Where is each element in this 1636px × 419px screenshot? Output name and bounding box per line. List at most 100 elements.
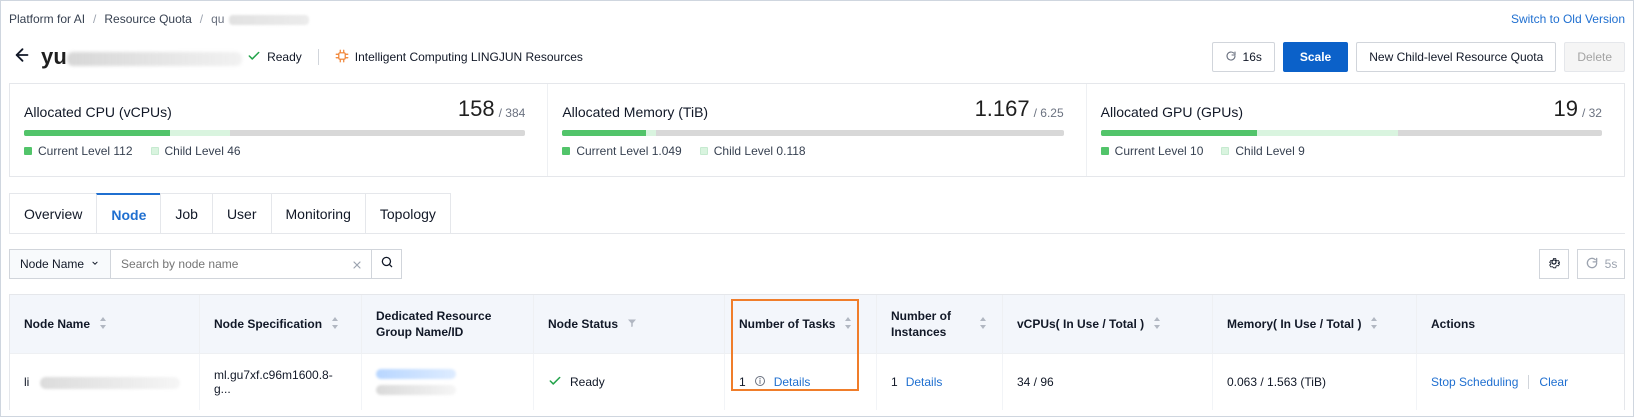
allocation-total: / 32 — [1581, 106, 1602, 120]
column-resource-group: Dedicated Resource Group Name/ID — [362, 295, 534, 353]
allocation-total: / 384 — [498, 106, 526, 120]
column-node-spec[interactable]: Node Specification — [200, 295, 362, 353]
filters-left: Node Name — [9, 249, 403, 279]
search-icon — [380, 255, 394, 274]
tab-user[interactable]: User — [211, 193, 272, 233]
column-vcpus[interactable]: vCPUs( In Use / Total ) — [1003, 295, 1213, 353]
allocation-bar-child — [1257, 130, 1399, 136]
sort-icon — [330, 316, 340, 333]
chip-icon — [335, 49, 349, 66]
allocation-top: Allocated GPU (GPUs) 19 / 32 — [1100, 96, 1602, 121]
node-status: Ready — [548, 374, 605, 391]
legend-child-label: Child Level 0.118 — [713, 144, 806, 158]
breadcrumb-item-resource-quota[interactable]: Resource Quota — [104, 12, 191, 26]
table-refresh-button[interactable]: 5s — [1577, 249, 1625, 279]
legend-current-label: Current Level 112 — [38, 144, 133, 158]
status-text: Ready — [267, 50, 302, 64]
breadcrumb-item-platform[interactable]: Platform for AI — [9, 12, 85, 26]
breadcrumb: Platform for AI / Resource Quota / qu — [9, 12, 304, 26]
allocation-title: Allocated Memory (TiB) — [562, 104, 709, 120]
filters-right: 5s — [1539, 249, 1625, 279]
page-title: yu — [41, 44, 237, 70]
allocation-bar-current — [1100, 130, 1258, 136]
arrow-left-icon — [10, 45, 30, 70]
column-title: vCPUs( In Use / Total ) — [1017, 317, 1145, 331]
info-icon[interactable] — [754, 375, 766, 390]
column-number-of-instances[interactable]: Number of Instances — [877, 295, 1003, 353]
table-settings-button[interactable] — [1539, 249, 1569, 279]
sort-icon — [1152, 316, 1162, 333]
column-node-status[interactable]: Node Status — [534, 295, 725, 353]
header-actions: 16s Scale New Child-level Resource Quota… — [1211, 42, 1625, 72]
allocation-title: Allocated CPU (vCPUs) — [24, 104, 172, 120]
column-title: Node Name — [24, 317, 91, 331]
scale-button[interactable]: Scale — [1282, 42, 1349, 72]
legend-current: Current Level 112 — [24, 144, 133, 158]
cell-node-spec: ml.gu7xf.c96m1600.8-g... — [200, 354, 362, 410]
close-icon[interactable] — [351, 258, 363, 270]
legend-swatch-current — [562, 147, 571, 155]
breadcrumb-item-current: qu — [211, 12, 304, 26]
legend-current: Current Level 10 — [1100, 144, 1203, 158]
clear-link[interactable]: Clear — [1539, 375, 1568, 389]
refresh-icon — [1225, 50, 1237, 65]
allocation-gpu: Allocated GPU (GPUs) 19 / 32 Current Lev… — [1085, 84, 1624, 176]
instances-count: 1 — [891, 375, 898, 389]
column-memory[interactable]: Memory( In Use / Total ) — [1213, 295, 1417, 353]
row-actions: Stop Scheduling Clear — [1431, 375, 1568, 389]
divider — [317, 49, 319, 65]
resource-group-redacted — [376, 369, 456, 395]
breadcrumb-separator: / — [199, 12, 204, 26]
column-title: Number of Tasks — [739, 317, 836, 331]
node-status-text: Ready — [570, 375, 605, 389]
tab-overview[interactable]: Overview — [9, 193, 98, 233]
header-left: yu Ready Intelligent Computing LINGJUN R… — [9, 44, 583, 70]
allocation-number: 158 — [457, 96, 495, 121]
instances-details-link[interactable]: Details — [906, 375, 943, 389]
allocation-value: 1.167 / 6.25 — [974, 96, 1064, 121]
status-badge: Ready — [247, 49, 302, 66]
refresh-icon — [1585, 256, 1599, 273]
allocation-number: 1.167 — [974, 96, 1030, 121]
column-node-name[interactable]: Node Name — [10, 295, 200, 353]
allocation-legend: Current Level 1.049 Child Level 0.118 — [562, 144, 1063, 158]
allocation-legend: Current Level 10 Child Level 9 — [1100, 144, 1602, 158]
allocation-title: Allocated GPU (GPUs) — [1100, 104, 1244, 120]
new-child-quota-button[interactable]: New Child-level Resource Quota — [1356, 42, 1557, 72]
app-frame: Platform for AI / Resource Quota / qu Sw… — [0, 0, 1634, 417]
column-title: Node Status — [548, 317, 619, 331]
stop-scheduling-link[interactable]: Stop Scheduling — [1431, 375, 1518, 389]
legend-swatch-current — [1100, 147, 1109, 155]
actions-separator — [1528, 375, 1530, 389]
refresh-button[interactable]: 16s — [1211, 42, 1275, 72]
resource-group-line — [376, 369, 456, 379]
search-button[interactable] — [372, 249, 403, 279]
allocation-legend: Current Level 112 Child Level 46 — [24, 144, 525, 158]
legend-child: Child Level 46 — [150, 144, 241, 158]
page-header: yu Ready Intelligent Computing LINGJUN R… — [1, 37, 1633, 77]
tasks-count: 1 — [739, 375, 746, 389]
allocation-memory: Allocated Memory (TiB) 1.167 / 6.25 Curr… — [547, 84, 1085, 176]
tab-topology[interactable]: Topology — [364, 193, 451, 233]
tab-monitoring[interactable]: Monitoring — [270, 193, 366, 233]
tab-job[interactable]: Job — [160, 193, 213, 233]
allocation-summary: Allocated CPU (vCPUs) 158 / 384 Current … — [9, 83, 1625, 177]
back-button[interactable] — [9, 46, 31, 68]
nodes-table: Node Name Node Specification Dedicated R… — [9, 294, 1625, 410]
allocation-bar — [562, 130, 1064, 136]
search-input[interactable] — [119, 256, 344, 272]
column-number-of-tasks[interactable]: Number of Tasks — [725, 295, 877, 353]
tab-node[interactable]: Node — [96, 193, 162, 233]
tasks-details-link[interactable]: Details — [774, 375, 811, 389]
column-actions: Actions — [1417, 295, 1557, 353]
cell-vcpus: 34 / 96 — [1003, 354, 1213, 410]
allocation-bar-child — [646, 130, 656, 136]
allocation-bar-child — [170, 130, 231, 136]
filter-field-select[interactable]: Node Name — [9, 249, 111, 279]
allocation-number: 19 — [1553, 96, 1578, 121]
resource-group-id-line — [376, 385, 456, 395]
allocation-top: Allocated Memory (TiB) 1.167 / 6.25 — [562, 96, 1064, 121]
cell-resource-group — [362, 354, 534, 410]
switch-to-old-version-link[interactable]: Switch to Old Version — [1511, 12, 1625, 26]
sort-icon — [1369, 316, 1379, 333]
